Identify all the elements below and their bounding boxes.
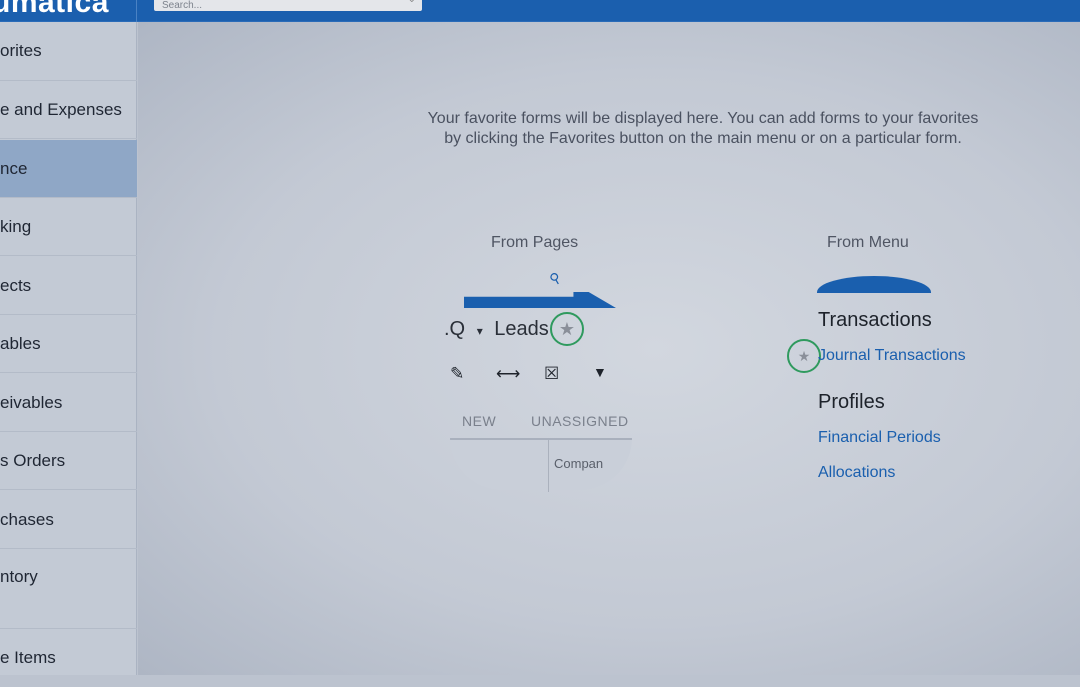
sidebar-item-label: s Orders: [0, 450, 66, 470]
sidebar-item-finance[interactable]: nce: [0, 140, 137, 198]
prefix: .Q: [444, 318, 466, 340]
section-transactions: Transactions: [818, 309, 932, 331]
sidebar-item-projects[interactable]: ects: [0, 257, 137, 315]
sidebar: orites e and Expenses nce king ects able…: [0, 22, 137, 675]
fit-width-icon[interactable]: ⟷: [496, 364, 520, 384]
chevron-down-icon: ⌄: [408, 0, 416, 5]
favorites-panel: Your favorite forms will be displayed he…: [138, 22, 1080, 675]
message-line: Your favorite forms will be displayed he…: [427, 110, 979, 127]
tab-new[interactable]: NEW: [462, 413, 496, 429]
sidebar-item-time-expenses[interactable]: e and Expenses: [0, 81, 137, 139]
divider: [136, 0, 137, 22]
tab-unassigned[interactable]: UNASSIGNED: [531, 413, 629, 429]
sidebar-item-payables[interactable]: ables: [0, 315, 137, 373]
message-line: by clicking the Favorites button on the …: [444, 130, 962, 147]
menu-arc-illustration: [817, 276, 931, 293]
search-input[interactable]: Search... ⌄: [154, 0, 422, 11]
leads-title: Leads: [494, 318, 549, 340]
sidebar-item-purchases[interactable]: chases: [0, 491, 137, 549]
caret-icon: ▾: [476, 324, 483, 338]
sidebar-item-label: ables: [0, 333, 41, 353]
star-icon[interactable]: ★: [787, 339, 821, 373]
top-bar: umatica Search... ⌄: [0, 0, 1080, 22]
search-icon: ⚲: [546, 268, 564, 288]
empty-favorites-message: Your favorite forms will be displayed he…: [388, 109, 1018, 149]
sidebar-item-label: e and Expenses: [0, 99, 122, 119]
sidebar-item-label: chases: [0, 509, 54, 529]
sidebar-item-label: ects: [0, 275, 32, 295]
sidebar-item-label: orites: [0, 41, 42, 60]
sidebar-item-more-items[interactable]: e Items: [0, 629, 137, 687]
header-arc-illustration: [464, 292, 616, 308]
grid-preview: Compan: [450, 438, 632, 492]
column-header: Compan: [554, 456, 604, 471]
sidebar-item-sales-orders[interactable]: s Orders: [0, 432, 137, 490]
sidebar-item-banking[interactable]: king: [0, 198, 137, 256]
screen-title: .Q ▾ Leads: [444, 318, 549, 341]
sidebar-item-inventory[interactable]: ntory: [0, 549, 137, 629]
export-excel-icon[interactable]: ☒: [544, 364, 559, 384]
edit-icon[interactable]: ✎: [450, 364, 464, 384]
link-financial-periods[interactable]: Financial Periods: [818, 429, 941, 447]
star-icon[interactable]: ★: [550, 312, 584, 346]
divider: [548, 440, 549, 492]
logo: umatica: [0, 0, 109, 19]
sidebar-item-label: nce: [0, 158, 28, 178]
sidebar-item-label: e Items: [0, 648, 56, 667]
sidebar-item-label: king: [0, 216, 32, 236]
section-profiles: Profiles: [818, 391, 885, 413]
sidebar-item-receivables[interactable]: eivables: [0, 374, 137, 432]
sidebar-item-label: eivables: [0, 392, 63, 412]
from-menu-title: From Menu: [827, 234, 909, 251]
filter-icon[interactable]: ▼: [593, 364, 607, 380]
sidebar-item-label: ntory: [0, 567, 38, 586]
from-pages-title: From Pages: [491, 234, 579, 251]
link-journal-transactions[interactable]: Journal Transactions: [818, 347, 966, 365]
link-allocations[interactable]: Allocations: [818, 464, 895, 482]
sidebar-item-favorites[interactable]: orites: [0, 22, 137, 81]
search-placeholder: Search...: [162, 0, 203, 11]
